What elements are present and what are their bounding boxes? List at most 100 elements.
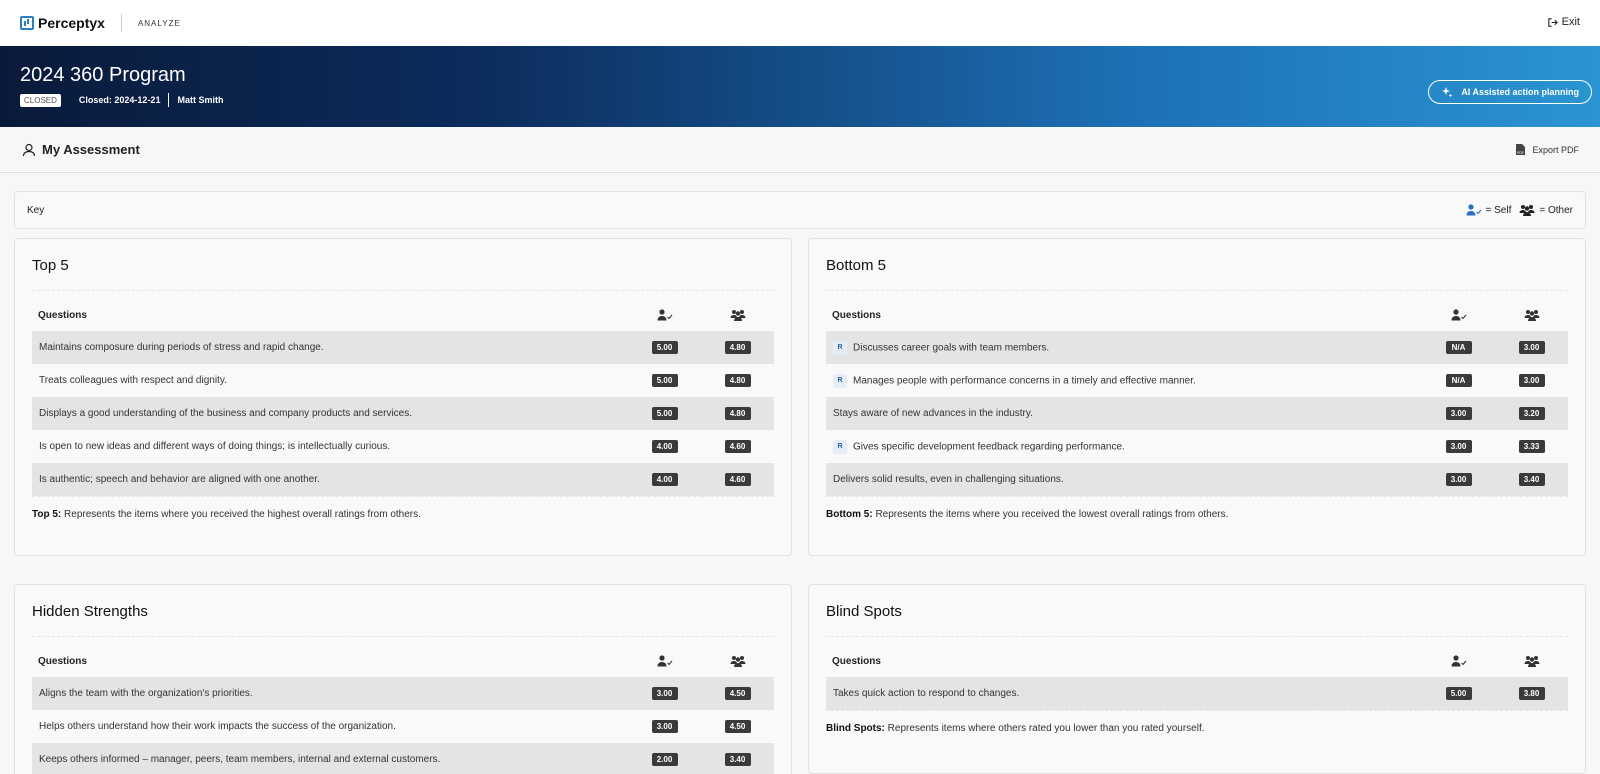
- self-score-cell: 5.00: [628, 331, 701, 364]
- export-label: Export PDF: [1532, 144, 1579, 155]
- closed-date: Closed: 2024-12-21: [78, 95, 161, 105]
- question-text: Discusses career goals with team members…: [853, 342, 1050, 354]
- self-score-badge: N/A: [1445, 341, 1472, 354]
- export-pdf-button[interactable]: PDF Export PDF: [1515, 143, 1579, 156]
- self-score-cell: N/A: [1422, 364, 1495, 397]
- footnote-text: Represents items where others rated you …: [884, 722, 1205, 734]
- exit-label: Exit: [1561, 16, 1580, 28]
- self-score-cell: N/A: [1422, 331, 1495, 364]
- reverse-scored-tag: R: [833, 439, 847, 454]
- exit-button[interactable]: Exit: [1547, 16, 1580, 28]
- other-score-badge: 4.50: [724, 687, 751, 700]
- brand-logo[interactable]: Perceptyx: [20, 15, 105, 31]
- self-score-cell: 4.00: [628, 463, 701, 497]
- divider: [168, 93, 170, 107]
- other-score-cell: 4.50: [701, 710, 774, 743]
- others-icon: [1524, 656, 1539, 667]
- questions-table: Questions R Discusses career goals with t…: [826, 299, 1568, 497]
- question-text: Stays aware of new advances in the indus…: [833, 408, 1033, 419]
- questions-header: Questions: [38, 309, 87, 321]
- footnote-text: Represents the items where you received …: [61, 508, 421, 520]
- self-score-cell: 3.00: [628, 710, 701, 743]
- other-score-badge: 4.80: [724, 341, 751, 354]
- other-score-badge: 4.60: [724, 472, 751, 486]
- table-row: Stays aware of new advances in the indus…: [826, 397, 1568, 430]
- question-text: Takes quick action to respond to changes…: [833, 687, 1020, 699]
- top5-card: Top 5 Questions Maintains composure duri…: [14, 238, 792, 556]
- table-row: Helps others understand how their work i…: [32, 710, 774, 743]
- question-cell: Displays a good understanding of the bus…: [32, 397, 628, 430]
- other-score-cell: 3.00: [1495, 364, 1568, 397]
- question-cell: Helps others understand how their work i…: [32, 710, 628, 743]
- self-icon: [657, 309, 672, 321]
- status-badge: CLOSED: [20, 93, 61, 107]
- other-score-badge: 3.00: [1518, 374, 1545, 387]
- questions-table: Questions Aligns the team with the organ…: [32, 645, 774, 774]
- self-score-cell: 5.00: [1422, 677, 1495, 711]
- self-score-badge: 5.00: [651, 341, 678, 354]
- other-score-cell: 3.20: [1495, 397, 1568, 430]
- question-cell: R Gives specific development feedback reg…: [826, 430, 1422, 463]
- other-score-cell: 4.60: [701, 463, 774, 497]
- page-title-text: My Assessment: [42, 142, 140, 157]
- question-text: Displays a good understanding of the bus…: [39, 408, 413, 419]
- other-score-cell: 3.80: [1495, 677, 1568, 711]
- self-score-cell: 3.00: [1422, 397, 1495, 430]
- question-cell: Takes quick action to respond to changes…: [826, 677, 1422, 711]
- bottom5-card: Bottom 5 Questions R Discusses career goa…: [808, 238, 1586, 556]
- questions-table: Questions Maintains composure during per…: [32, 299, 774, 497]
- footnote-text: Represents the items where you received …: [872, 508, 1229, 520]
- other-score-badge: 3.40: [1518, 472, 1545, 486]
- question-cell: Is open to new ideas and different ways …: [32, 430, 628, 463]
- question-cell: R Manages people with performance concern…: [826, 364, 1422, 397]
- person-icon: [22, 143, 36, 156]
- self-icon: [1451, 655, 1466, 667]
- table-row: R Manages people with performance concern…: [826, 364, 1568, 397]
- other-score-badge: 4.80: [724, 407, 751, 420]
- reverse-scored-tag: R: [833, 340, 847, 355]
- sparkle-icon: [1442, 87, 1453, 98]
- question-text: Is authentic; speech and behavior are al…: [39, 473, 320, 485]
- other-score-badge: 3.80: [1518, 686, 1545, 700]
- table-row: Takes quick action to respond to changes…: [826, 677, 1568, 711]
- other-score-cell: 4.80: [701, 331, 774, 364]
- table-row: Maintains composure during periods of st…: [32, 331, 774, 364]
- questions-table: Questions Takes quick action to respond …: [826, 645, 1568, 711]
- question-text: Keeps others informed – manager, peers, …: [39, 753, 441, 765]
- self-score-badge: 3.00: [1445, 472, 1472, 486]
- divider: [120, 14, 122, 32]
- self-legend-label: = Self: [1485, 204, 1512, 216]
- pdf-file-icon: PDF: [1516, 144, 1526, 155]
- top-navigation-bar: Perceptyx ANALYZE Exit: [0, 0, 1600, 46]
- other-score-badge: 3.40: [724, 752, 751, 766]
- other-score-badge: 3.00: [1518, 341, 1545, 354]
- ai-action-planning-button[interactable]: AI Assisted action planning: [1428, 80, 1592, 104]
- self-score-badge: 5.00: [1445, 686, 1472, 700]
- other-score-cell: 4.80: [701, 397, 774, 430]
- table-row: R Gives specific development feedback reg…: [826, 430, 1568, 463]
- card-footnote: Blind Spots: Represents items where othe…: [826, 723, 1568, 734]
- page-title: My Assessment: [22, 142, 140, 157]
- user-name: Matt Smith: [177, 95, 224, 105]
- self-column-header: [628, 645, 701, 677]
- question-text: Maintains composure during periods of st…: [39, 342, 324, 353]
- other-score-cell: 3.40: [701, 743, 774, 774]
- other-score-cell: 3.00: [1495, 331, 1568, 364]
- other-score-cell: 3.33: [1495, 430, 1568, 463]
- program-title: 2024 360 Program: [20, 64, 186, 86]
- others-column-header: [701, 299, 774, 331]
- self-score-badge: 4.00: [651, 472, 678, 486]
- table-row: Displays a good understanding of the bus…: [32, 397, 774, 430]
- other-score-badge: 4.50: [724, 720, 751, 733]
- self-score-badge: 5.00: [651, 407, 678, 420]
- question-cell: Aligns the team with the organization's …: [32, 677, 628, 710]
- other-score-badge: 3.33: [1518, 440, 1545, 453]
- self-score-cell: 4.00: [628, 430, 701, 463]
- svg-text:PDF: PDF: [1517, 151, 1524, 155]
- other-score-cell: 4.60: [701, 430, 774, 463]
- card-title: Hidden Strengths: [32, 603, 774, 637]
- self-score-badge: N/A: [1445, 374, 1472, 387]
- table-row: Is open to new ideas and different ways …: [32, 430, 774, 463]
- self-score-cell: 3.00: [1422, 430, 1495, 463]
- program-meta: CLOSED Closed: 2024-12-21 Matt Smith: [20, 93, 1580, 107]
